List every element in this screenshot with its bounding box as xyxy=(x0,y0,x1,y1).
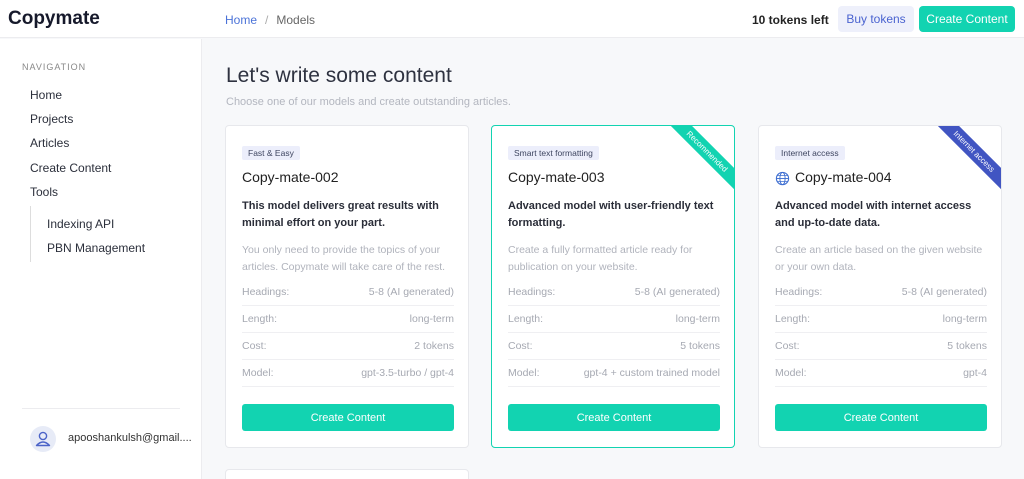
buy-tokens-button[interactable]: Buy tokens xyxy=(838,6,914,32)
model-title: Copy-mate-002 xyxy=(242,169,339,185)
spec-value: long-term xyxy=(409,313,454,325)
spec-label: Length: xyxy=(242,313,278,325)
spec-row-headings: Headings: 5-8 (AI generated) xyxy=(775,279,987,306)
ribbon-container: Internet access xyxy=(921,126,1001,206)
model-badge: Internet access xyxy=(775,146,845,160)
spec-row-headings: Headings: 5-8 (AI generated) xyxy=(508,279,720,306)
spec-row-cost: Cost: 2 tokens xyxy=(242,333,454,360)
tools-submenu: Indexing API PBN Management xyxy=(30,206,190,262)
spec-value: long-term xyxy=(675,313,720,325)
brand-logo[interactable]: Copymate xyxy=(8,8,100,30)
model-title-text: Copy-mate-004 xyxy=(795,169,892,185)
model-title: Copy-mate-004 xyxy=(775,169,892,186)
spec-label: Model: xyxy=(242,367,274,379)
spec-row-length: Length: long-term xyxy=(508,306,720,333)
page-title: Let's write some content xyxy=(226,64,452,87)
create-content-header-button[interactable]: Create Content xyxy=(919,6,1015,32)
model-badge: Smart text formatting xyxy=(508,146,599,160)
spec-label: Cost: xyxy=(775,340,800,352)
spec-value: 5 tokens xyxy=(680,340,720,352)
spec-row-model: Model: gpt-4 + custom trained model xyxy=(508,360,720,387)
ribbon-container: Recommended xyxy=(654,126,734,206)
user-icon xyxy=(35,431,51,447)
spec-row-headings: Headings: 5-8 (AI generated) xyxy=(242,279,454,306)
model-headline: Advanced model with internet access and … xyxy=(775,200,972,229)
model-headline: Advanced model with user-friendly text f… xyxy=(508,200,714,229)
model-card-partial xyxy=(225,469,469,479)
sidebar-subitem-pbn-management[interactable]: PBN Management xyxy=(47,241,145,255)
spec-label: Model: xyxy=(508,367,540,379)
spec-row-model: Model: gpt-4 xyxy=(775,360,987,387)
model-card-004: Internet access Internet access Copy-mat… xyxy=(758,125,1002,448)
sidebar-item-articles[interactable]: Articles xyxy=(30,136,69,150)
spec-label: Headings: xyxy=(775,286,823,298)
sidebar: NAVIGATION Home Projects Articles Create… xyxy=(0,39,202,479)
spec-row-cost: Cost: 5 tokens xyxy=(508,333,720,360)
nav-section-title: NAVIGATION xyxy=(22,62,87,72)
top-bar: Copymate Home / Models 10 tokens left Buy … xyxy=(0,0,1024,38)
model-title: Copy-mate-003 xyxy=(508,169,605,185)
model-description: Create an article based on the given web… xyxy=(775,244,983,273)
spec-row-model: Model: gpt-3.5-turbo / gpt-4 xyxy=(242,360,454,387)
breadcrumb-separator: / xyxy=(265,13,269,27)
avatar xyxy=(30,426,56,452)
create-content-button[interactable]: Create Content xyxy=(242,404,454,431)
spec-value: gpt-3.5-turbo / gpt-4 xyxy=(361,367,454,379)
model-description: You only need to provide the topics of y… xyxy=(242,244,446,273)
sidebar-item-create-content[interactable]: Create Content xyxy=(30,161,111,175)
breadcrumb-current: Models xyxy=(276,13,316,27)
recommended-ribbon: Recommended xyxy=(662,126,734,196)
internet-access-ribbon: Internet access xyxy=(929,126,1001,196)
spec-value: 5-8 (AI generated) xyxy=(901,286,987,298)
spec-label: Model: xyxy=(775,367,807,379)
spec-value: long-term xyxy=(942,313,987,325)
sidebar-divider xyxy=(22,408,180,409)
spec-label: Length: xyxy=(775,313,811,325)
spec-value: 2 tokens xyxy=(414,340,454,352)
model-headline: This model delivers great results with m… xyxy=(242,200,439,229)
spec-label: Headings: xyxy=(508,286,556,298)
model-card-003: Recommended Smart text formatting Copy-m… xyxy=(491,125,735,448)
spec-value: 5-8 (AI generated) xyxy=(634,286,720,298)
spec-label: Cost: xyxy=(242,340,267,352)
user-email: apooshankulsh@gmail.... xyxy=(68,432,192,444)
create-content-button[interactable]: Create Content xyxy=(508,404,720,431)
sidebar-item-projects[interactable]: Projects xyxy=(30,112,73,126)
model-description: Create a fully formatted article ready f… xyxy=(508,244,693,273)
model-badge: Fast & Easy xyxy=(242,146,300,160)
sidebar-subitem-indexing-api[interactable]: Indexing API xyxy=(47,217,114,231)
globe-icon xyxy=(775,171,790,185)
spec-label: Cost: xyxy=(508,340,533,352)
breadcrumb-home-link[interactable]: Home xyxy=(225,13,257,27)
sidebar-item-home[interactable]: Home xyxy=(30,88,62,102)
sidebar-item-tools[interactable]: Tools xyxy=(30,185,58,199)
breadcrumb: Home / Models xyxy=(225,13,315,27)
spec-row-cost: Cost: 5 tokens xyxy=(775,333,987,360)
spec-value: gpt-4 xyxy=(963,367,987,379)
spec-value: 5 tokens xyxy=(947,340,987,352)
spec-label: Headings: xyxy=(242,286,290,298)
spec-row-length: Length: long-term xyxy=(242,306,454,333)
spec-value: 5-8 (AI generated) xyxy=(368,286,454,298)
tokens-left-label: 10 tokens left xyxy=(752,13,829,27)
model-card-002: Fast & Easy Copy-mate-002 This model del… xyxy=(225,125,469,448)
spec-value: gpt-4 + custom trained model xyxy=(583,367,720,379)
page-subtitle: Choose one of our models and create outs… xyxy=(226,96,511,108)
create-content-button[interactable]: Create Content xyxy=(775,404,987,431)
spec-row-length: Length: long-term xyxy=(775,306,987,333)
spec-label: Length: xyxy=(508,313,544,325)
